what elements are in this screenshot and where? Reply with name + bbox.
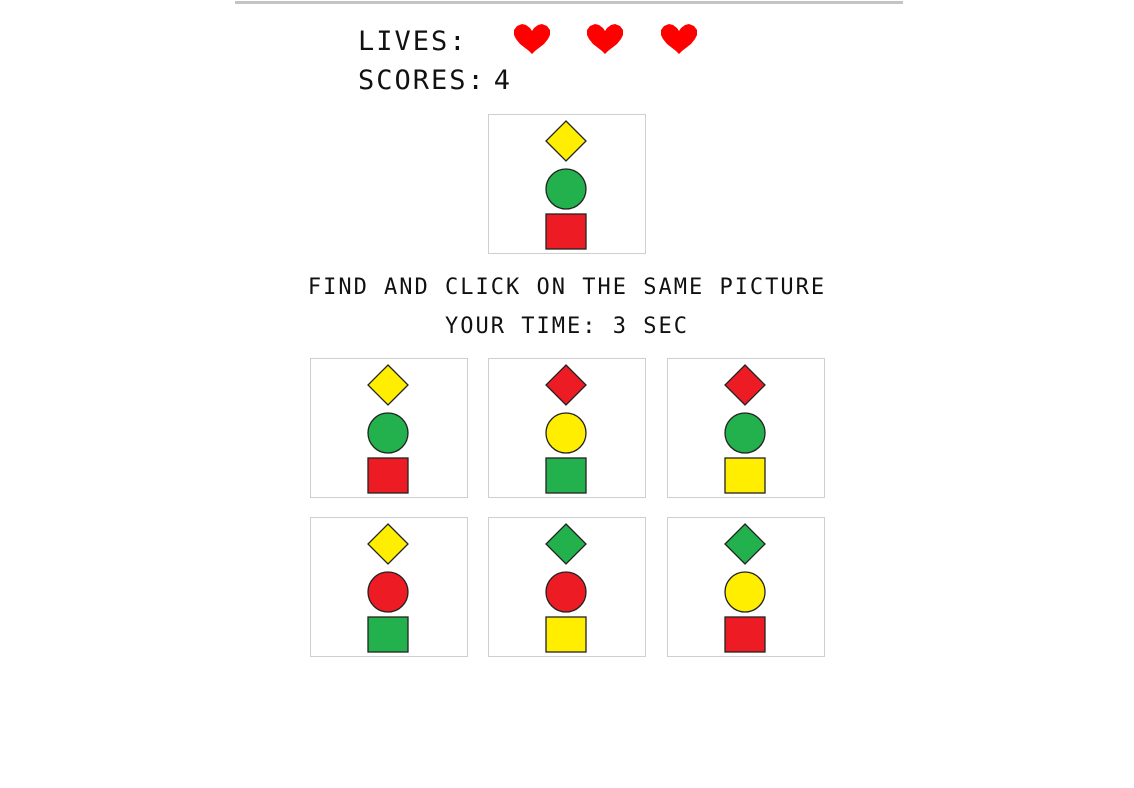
diamond-shape [545, 364, 587, 406]
option-card-2[interactable] [488, 358, 646, 498]
scores-label: SCORES: [358, 64, 486, 96]
heart-icon [586, 24, 624, 56]
shape-stack [545, 523, 587, 653]
option-card-6[interactable] [667, 517, 825, 657]
lives-display: LIVES: [358, 24, 476, 58]
option-card-5[interactable] [488, 517, 646, 657]
square-shape [545, 616, 587, 653]
square-shape [545, 457, 587, 494]
score-display: SCORES: 4 [358, 63, 512, 97]
timer-text: YOUR TIME: 3 SEC [445, 314, 689, 339]
option-card-4[interactable] [310, 517, 468, 657]
shape-stack [545, 364, 587, 494]
circle-shape [367, 412, 409, 454]
option-card-1[interactable] [310, 358, 468, 498]
shape-stack [724, 364, 766, 494]
diamond-shape [367, 364, 409, 406]
circle-shape [545, 412, 587, 454]
heart-shape [514, 24, 550, 54]
option-card-3[interactable] [667, 358, 825, 498]
diamond-shape [367, 523, 409, 565]
heart-shape [587, 24, 623, 54]
instruction-text: FIND AND CLICK ON THE SAME PICTURE [307, 275, 827, 300]
shape-stack [545, 120, 587, 250]
square-shape [724, 616, 766, 653]
square-shape [367, 616, 409, 653]
circle-shape [545, 168, 587, 210]
diamond-shape [724, 364, 766, 406]
square-shape [724, 457, 766, 494]
shape-stack [367, 523, 409, 653]
diamond-shape [545, 120, 587, 162]
heart-icon [513, 24, 551, 56]
heart-icon [660, 24, 698, 56]
top-divider [235, 1, 903, 4]
circle-shape [545, 571, 587, 613]
score-value: 4 [493, 64, 513, 96]
shape-stack [724, 523, 766, 653]
lives-label: LIVES: [358, 25, 468, 57]
square-shape [545, 213, 587, 250]
diamond-shape [724, 523, 766, 565]
diamond-shape [545, 523, 587, 565]
circle-shape [724, 412, 766, 454]
square-shape [367, 457, 409, 494]
shape-stack [367, 364, 409, 494]
heart-shape [661, 24, 697, 54]
circle-shape [367, 571, 409, 613]
circle-shape [724, 571, 766, 613]
target-picture [488, 114, 646, 254]
